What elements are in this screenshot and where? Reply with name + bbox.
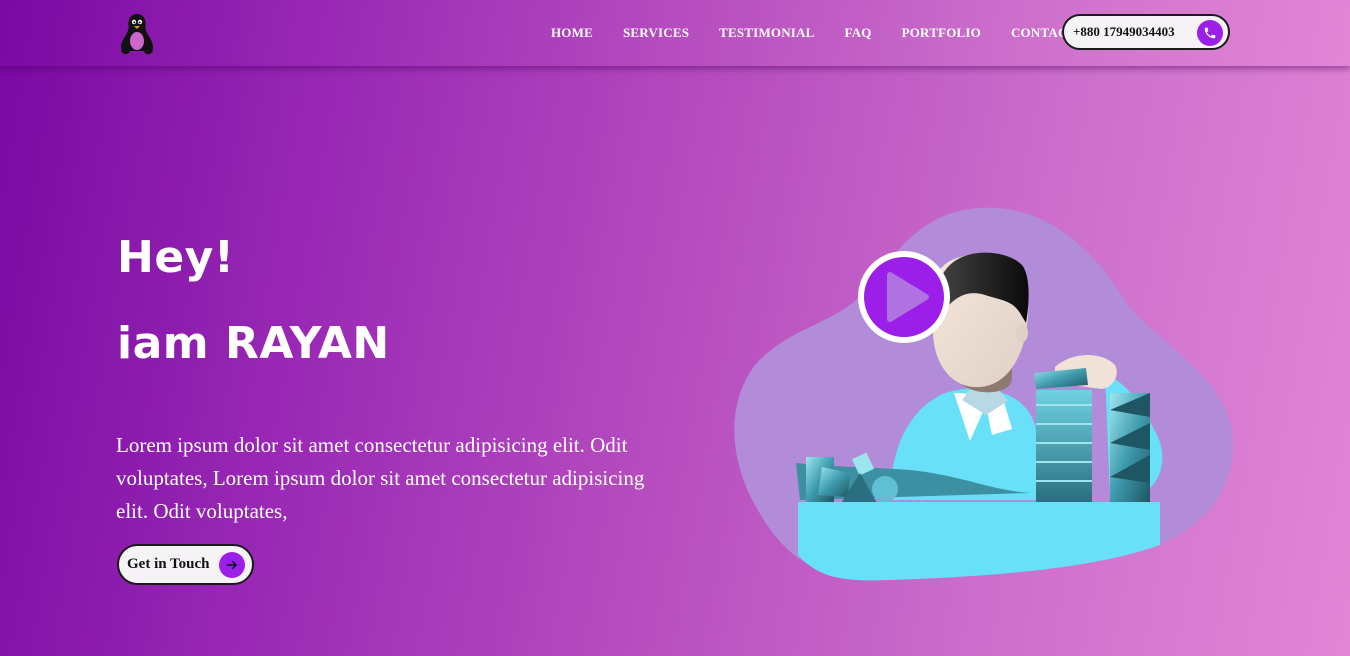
hero-greeting: Hey!: [117, 232, 235, 283]
phone-icon: [1197, 20, 1223, 46]
navbar: HOME SERVICES TESTIMONIAL FAQ PORTFOLIO …: [0, 0, 1350, 66]
get-in-touch-button[interactable]: Get in Touch: [117, 544, 254, 585]
linux-penguin-icon[interactable]: [118, 12, 156, 56]
hero-description: Lorem ipsum dolor sit amet consectetur a…: [116, 433, 645, 523]
main-nav: HOME SERVICES TESTIMONIAL FAQ PORTFOLIO …: [551, 0, 1076, 66]
hero-name: iam RAYAN: [117, 318, 390, 369]
play-icon[interactable]: [858, 251, 950, 343]
nav-portfolio[interactable]: PORTFOLIO: [902, 25, 981, 41]
phone-button[interactable]: +880 17949034403: [1062, 14, 1230, 50]
arrow-right-icon: [219, 552, 245, 578]
nav-services[interactable]: SERVICES: [623, 25, 689, 41]
get-in-touch-label: Get in Touch: [127, 556, 210, 572]
phone-number: +880 17949034403: [1073, 24, 1175, 39]
hero-illustration: [730, 205, 1235, 590]
nav-faq[interactable]: FAQ: [845, 25, 872, 41]
nav-testimonial[interactable]: TESTIMONIAL: [719, 25, 814, 41]
nav-home[interactable]: HOME: [551, 25, 593, 41]
